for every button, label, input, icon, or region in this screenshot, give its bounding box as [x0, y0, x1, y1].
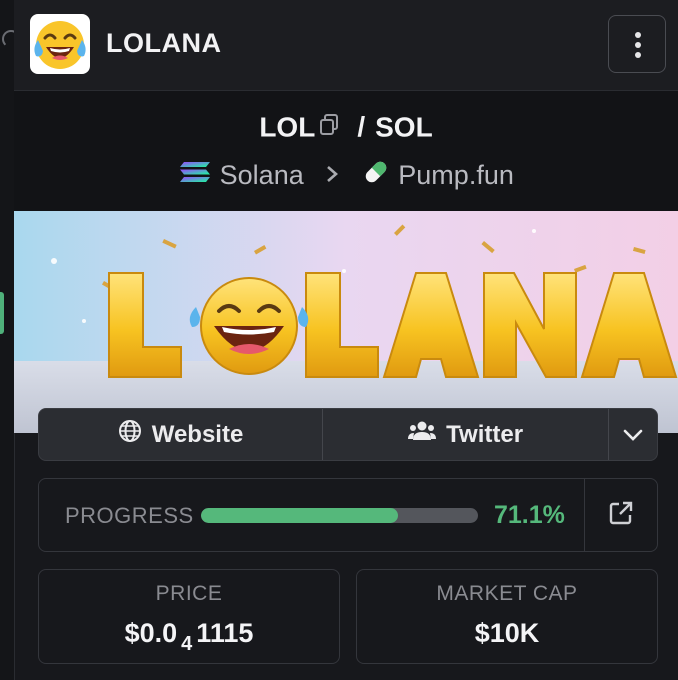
- token-header: LOLANA: [14, 0, 678, 91]
- crying-laughing-emoji-icon: [30, 14, 90, 74]
- price-value: $0.0 4 1115: [39, 618, 339, 655]
- website-label: Website: [151, 420, 244, 448]
- progress-label: PROGRESS: [65, 503, 194, 528]
- base-symbol: LOL: [259, 111, 316, 143]
- twitter-label: Twitter: [446, 420, 524, 448]
- solana-icon: [178, 160, 212, 190]
- price-suffix: 1115: [196, 618, 254, 648]
- progress-bar-fill: [201, 508, 398, 523]
- chain-link[interactable]: Solana: [220, 160, 304, 190]
- dex-link[interactable]: Pump.fun: [398, 160, 514, 190]
- vertical-dots-icon: [635, 32, 641, 38]
- rail-handle[interactable]: [0, 292, 4, 334]
- market-cap-card: MARKET CAP $10K: [356, 569, 658, 664]
- pair-separator: /: [357, 111, 366, 143]
- website-button[interactable]: Website: [39, 409, 324, 460]
- users-icon: [408, 420, 437, 449]
- quote-symbol: SOL: [375, 111, 433, 143]
- price-label: PRICE: [155, 582, 223, 605]
- progress-card: PROGRESS 71.1%: [38, 478, 658, 552]
- market-cap-label: MARKET CAP: [436, 582, 578, 605]
- token-banner: [14, 211, 678, 433]
- price-prefix: $0.0: [124, 618, 178, 648]
- external-link-button[interactable]: [584, 479, 657, 551]
- breadcrumb: Solana Pump.fun: [14, 157, 678, 194]
- link-bar: Website Twitter: [38, 408, 658, 461]
- chevron-right-icon: [325, 163, 339, 188]
- pill-icon: [361, 161, 391, 193]
- twitter-button[interactable]: Twitter: [323, 409, 610, 460]
- pair-title: LOL / SOL: [14, 111, 678, 147]
- price-card: PRICE $0.0 4 1115: [38, 569, 340, 664]
- more-menu-button[interactable]: [608, 15, 666, 73]
- price-zero-count: 4: [181, 633, 193, 655]
- external-link-icon: [608, 500, 634, 531]
- market-cap-value: $10K: [474, 618, 540, 648]
- left-rail: [0, 0, 20, 680]
- chevron-down-icon: [623, 421, 643, 449]
- globe-icon: [118, 419, 142, 450]
- copy-icon[interactable]: [319, 111, 339, 143]
- pair-section: LOL / SOL Solana Pump.fun: [14, 91, 678, 211]
- progress-bar: [201, 508, 478, 523]
- progress-value: 71.1%: [494, 501, 565, 529]
- token-name: LOLANA: [106, 28, 222, 58]
- more-links-button[interactable]: [609, 409, 657, 460]
